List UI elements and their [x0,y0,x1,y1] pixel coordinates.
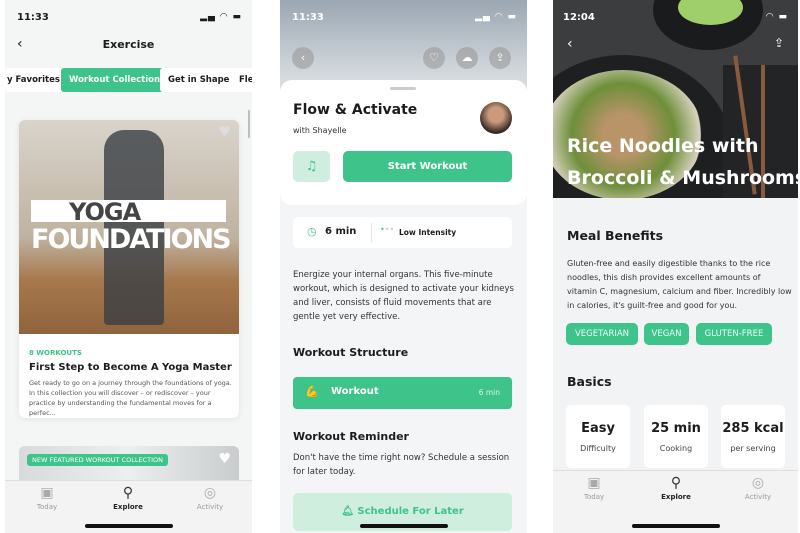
basic-difficulty: Easy Difficulty [566,405,630,468]
home-indicator [84,524,173,528]
page-title: Exercise [102,38,155,51]
tag-gluten-free[interactable]: GLUTEN-FREE [696,323,772,345]
check-circle-icon: ◎ [751,475,765,491]
share-icon[interactable]: ⇪ [774,36,784,50]
back-button[interactable]: ‹ [567,36,573,52]
tab-activity[interactable]: ◎ Activity [180,485,240,511]
workout-sheet: Flow & Activate with Shayelle ♫ Start Wo… [280,80,527,205]
tab-bar: ▣ Today ⚲ Explore ◎ Activity [5,480,252,533]
tab-activity[interactable]: ◎ Activity [728,475,788,501]
tag-vegetarian[interactable]: VEGETARIAN [566,323,638,345]
check-circle-icon: ◎ [203,485,217,501]
tab-explore[interactable]: ⚲ Explore [646,475,706,501]
chip-favorites[interactable]: y Favorites [5,68,68,92]
download-cloud-icon[interactable]: ☁ [456,47,478,69]
chip-get-in-shape[interactable]: Get in Shape [160,68,238,92]
scrollbar[interactable] [248,110,250,138]
status-time: 11:33 [17,12,49,23]
favorite-heart-icon[interactable]: ♥ [218,451,231,467]
tab-today[interactable]: ▣ Today [17,485,77,511]
tab-bar: ▣ Today ⚲ Explore ◎ Activity [553,470,798,533]
collection-card[interactable]: YOGA FOUNDATIONS ♥ 8 WORKOUTS First Step… [19,120,239,418]
workout-structure-item[interactable]: 💪 Workout 6 min [293,377,512,409]
drag-handle[interactable] [390,87,416,90]
clock-icon: ◷ [307,225,317,238]
recipe-title: Rice Noodles with Broccoli & Mushrooms [567,135,798,189]
share-icon[interactable]: ⇪ [489,47,511,69]
chip-workout-collections[interactable]: Workout Collections [61,68,174,92]
favorite-heart-icon[interactable]: ♥ [218,124,231,140]
music-icon[interactable]: ♫ [293,151,330,182]
exercise-screen: 11:33 ▂▄ ◠ ▬ ‹ Exercise y Favorites Work… [5,0,252,533]
instructor: with Shayelle [293,126,347,135]
basic-calories: 285 kcal per serving [721,405,785,468]
tab-today[interactable]: ▣ Today [564,475,624,501]
chip-flex[interactable]: Flex [231,68,252,92]
calendar-icon: ▣ [40,485,54,501]
start-workout-button[interactable]: Start Workout [343,151,512,182]
workout-description: Energize your internal organs. This five… [293,270,514,322]
tab-explore[interactable]: ⚲ Explore [98,485,158,511]
calendar-icon: ▣ [587,475,601,491]
back-button[interactable]: ‹ [292,47,314,69]
home-indicator [359,524,448,528]
favorite-heart-icon[interactable]: ♡ [423,47,445,69]
home-indicator [631,524,720,528]
search-icon: ⚲ [670,475,682,491]
intensity-dots-icon: ••• [380,225,395,234]
workout-title: Flow & Activate [293,102,418,118]
recipe-screen: 12:04 ◠ ▬ ‹ ⇪ Rice Noodles with Broccoli … [553,0,798,533]
instructor-avatar[interactable] [480,102,512,134]
status-icons: ▂▄ ◠ ▬ [200,12,242,22]
status-time: 12:04 [563,12,595,23]
tag-vegan[interactable]: VEGAN [644,323,689,345]
workout-detail-screen: 11:33 ▂▄ ◠ ▬ ‹ ♡ ☁ ⇪ Flow & Activate wit… [280,0,527,533]
basic-cooking: 25 min Cooking [644,405,708,468]
bell-icon: 🔔︎ [341,506,354,517]
search-icon: ⚲ [122,485,134,501]
status-time: 11:33 [292,12,324,23]
flexed-arm-icon: 💪 [305,385,319,398]
workout-info: ◷ 6 min ••• Low Intensity [293,217,512,248]
card-image: YOGA FOUNDATIONS ♥ [19,120,239,334]
